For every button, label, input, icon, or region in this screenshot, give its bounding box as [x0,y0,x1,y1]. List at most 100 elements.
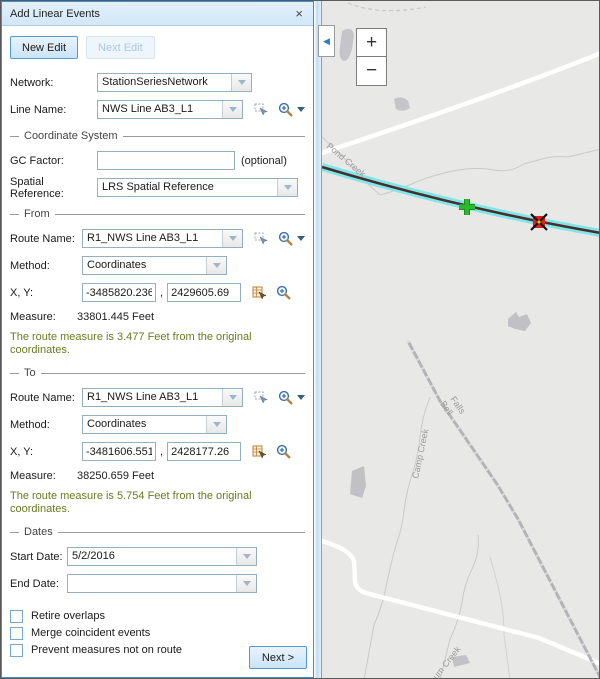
to-measure-note: The route measure is 5.754 Feet from the… [10,490,294,516]
line-name-value: NWS Line AB3_L1 [98,101,222,118]
to-method-label: Method: [10,419,82,431]
from-method-value: Coordinates [83,257,206,274]
map-pond [394,97,410,110]
prevent-measures-checkbox[interactable] [10,644,23,657]
road [322,541,600,664]
dropdown-arrow-icon[interactable] [231,74,251,91]
retire-overlaps-checkbox[interactable] [10,610,23,623]
panel-splitter[interactable] [314,1,321,678]
from-measure-label: Measure: [10,311,77,323]
to-xy-label: X, Y: [10,446,82,458]
zoom-options-caret-icon[interactable] [297,395,305,400]
dropdown-arrow-icon[interactable] [206,416,226,433]
from-measure-note: The route measure is 3.477 Feet from the… [10,331,294,357]
from-x-input[interactable] [82,283,156,302]
merge-coincident-events-checkbox[interactable] [10,627,23,640]
dropdown-arrow-icon[interactable] [222,389,242,406]
to-measure-label: Measure: [10,470,77,482]
zoom-to-coordinates-icon[interactable] [275,443,292,460]
creek-pond [322,137,600,195]
xy-separator: , [160,446,163,458]
to-legend: To [24,367,36,379]
map-view[interactable]: Pond Creek Falls Bell Camp Creek um Cree… [321,1,600,679]
zoom-options-caret-icon[interactable] [297,236,305,241]
to-section-header: To [10,367,305,379]
zoom-to-feature-icon[interactable] [277,230,294,247]
zoom-options-caret-icon[interactable] [297,107,305,112]
panel-body: New Edit Next Edit Network: StationSerie… [2,26,313,677]
next-edit-button: Next Edit [86,36,155,59]
select-on-map-icon[interactable] [253,102,269,118]
application-window: Add Linear Events × New Edit Next Edit N… [0,0,600,679]
select-on-map-icon[interactable] [253,390,269,406]
add-linear-events-panel: Add Linear Events × New Edit Next Edit N… [1,1,314,678]
from-y-input[interactable] [167,283,241,302]
zoom-out-button[interactable]: − [356,57,387,86]
zoom-to-coordinates-icon[interactable] [275,284,292,301]
end-date-label: End Date: [10,578,67,590]
dropdown-arrow-icon [277,179,297,196]
spatial-reference-value: LRS Spatial Reference [98,179,277,196]
map-shoreline [348,3,426,11]
map-canvas: Pond Creek Falls Bell Camp Creek um Cree… [322,1,600,679]
network-label: Network: [10,77,97,89]
from-measure-value: 33801.445 Feet [77,311,154,323]
from-section-header: From [10,208,305,220]
prevent-measures-label: Prevent measures not on route [31,644,182,656]
gc-factor-optional-hint: (optional) [241,155,287,167]
zoom-in-button[interactable]: + [356,28,387,57]
map-pond [508,312,531,331]
to-route-name-dropdown[interactable]: R1_NWS Line AB3_L1 [82,388,243,407]
zoom-to-feature-icon[interactable] [277,389,294,406]
end-date-value [68,575,236,592]
to-route-name-label: Route Name: [10,392,82,404]
creek-minor [490,557,510,679]
network-dropdown[interactable]: StationSeriesNetwork [97,73,252,92]
coordinate-system-section-header: Coordinate System [10,130,305,142]
start-date-dropdown[interactable]: 5/2/2016 [67,547,257,566]
spatial-reference-dropdown: LRS Spatial Reference [97,178,298,197]
line-name-label: Line Name: [10,104,97,116]
spatial-reference-label: Spatial Reference: [10,176,97,200]
panel-titlebar: Add Linear Events × [2,2,313,26]
dates-section-header: Dates [10,526,305,538]
from-route-name-dropdown[interactable]: R1_NWS Line AB3_L1 [82,229,243,248]
map-pond [340,29,355,61]
to-x-input[interactable] [82,442,156,461]
panel-collapse-button[interactable]: ◀ [318,25,335,57]
end-date-dropdown[interactable] [67,574,257,593]
zoom-to-feature-icon[interactable] [277,101,294,118]
merge-coincident-events-label: Merge coincident events [31,627,150,639]
to-route-name-value: R1_NWS Line AB3_L1 [83,389,222,406]
close-icon[interactable]: × [293,7,305,20]
to-method-value: Coordinates [83,416,206,433]
panel-title: Add Linear Events [10,8,293,20]
from-method-dropdown[interactable]: Coordinates [82,256,227,275]
gc-factor-input[interactable] [97,151,235,170]
dates-legend: Dates [24,526,53,538]
select-on-map-icon[interactable] [253,231,269,247]
retire-overlaps-label: Retire overlaps [31,610,105,622]
to-y-input[interactable] [167,442,241,461]
collapse-arrow-icon: ◀ [323,36,330,47]
next-button[interactable]: Next > [249,646,307,669]
from-route-name-label: Route Name: [10,233,82,245]
dropdown-arrow-icon[interactable] [236,548,256,565]
dropdown-arrow-icon[interactable] [222,230,242,247]
new-edit-button[interactable]: New Edit [10,36,78,59]
dropdown-arrow-icon[interactable] [206,257,226,274]
from-method-label: Method: [10,260,82,272]
to-method-dropdown[interactable]: Coordinates [82,415,227,434]
line-name-dropdown[interactable]: NWS Line AB3_L1 [97,100,243,119]
dropdown-arrow-icon[interactable] [236,575,256,592]
from-xy-label: X, Y: [10,287,82,299]
route-highlight-casing [322,167,600,233]
to-point-marker[interactable] [531,214,547,230]
network-value: StationSeriesNetwork [98,74,231,91]
from-legend: From [24,208,50,220]
map-pond [350,466,366,498]
pick-coordinates-icon[interactable] [251,285,267,301]
start-date-label: Start Date: [10,551,67,563]
pick-coordinates-icon[interactable] [251,444,267,460]
dropdown-arrow-icon[interactable] [222,101,242,118]
